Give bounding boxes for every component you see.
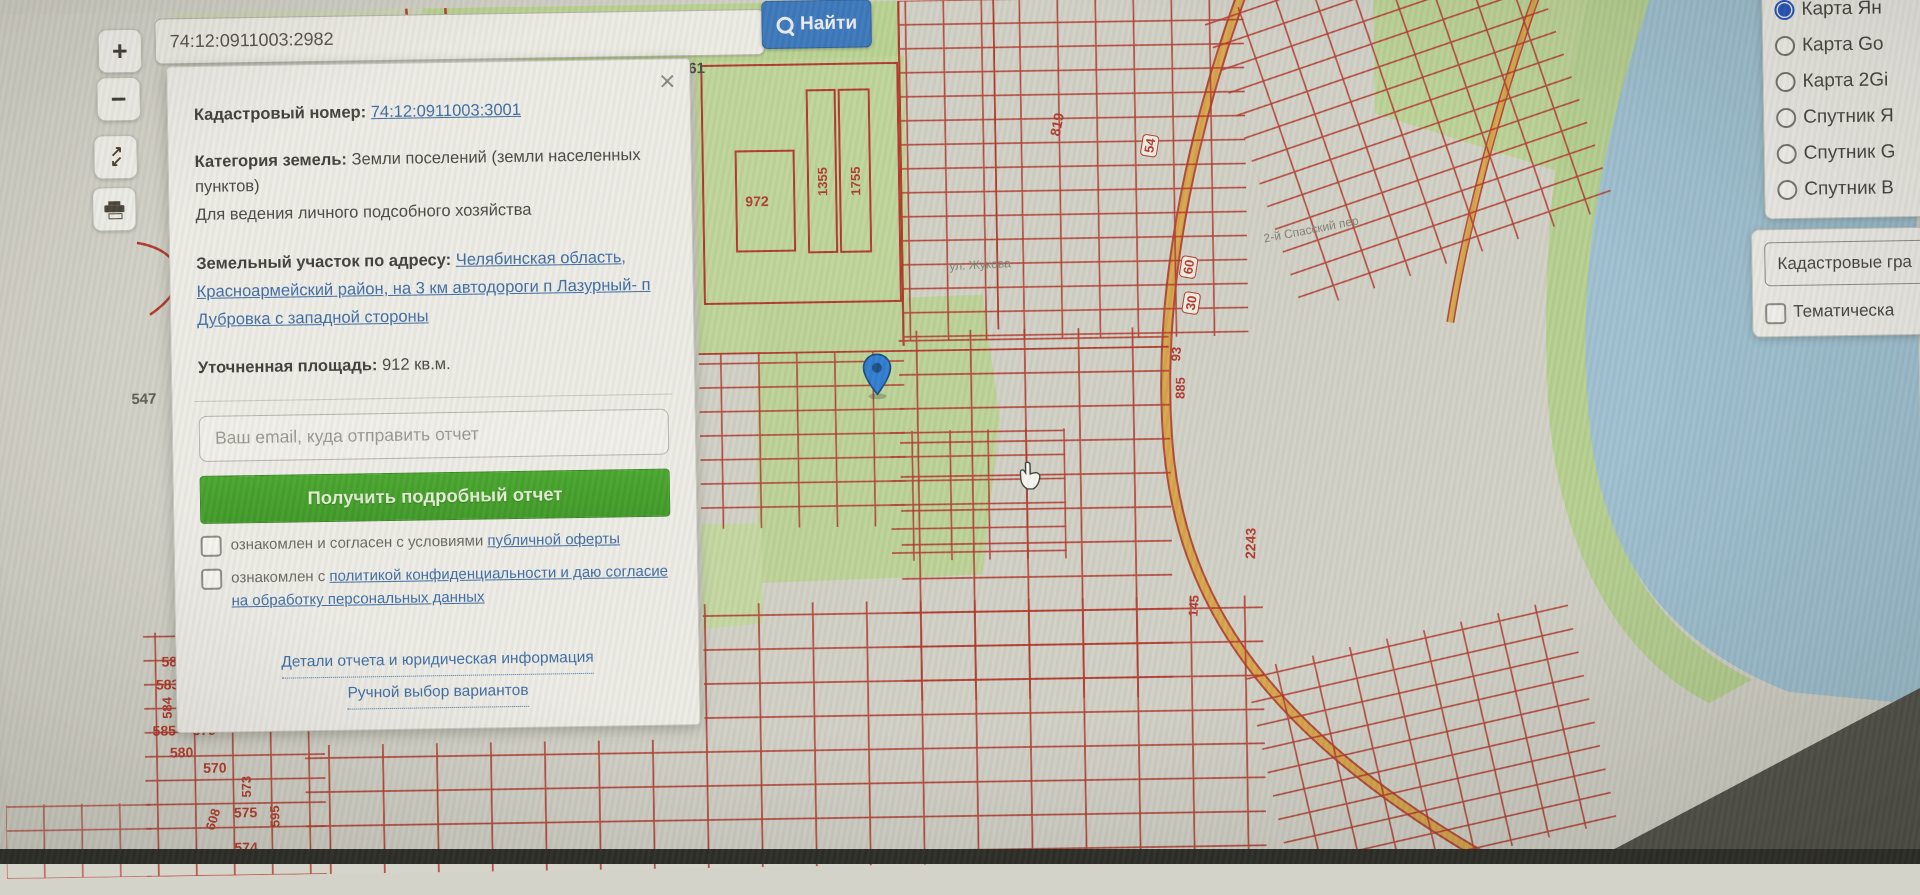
map-parcel-label: 30 <box>1181 290 1201 315</box>
layer-option-label: Карта Go <box>1802 33 1884 56</box>
layer-option-4[interactable]: Спутник Я <box>1776 98 1920 137</box>
map-parcel-label: 54 <box>1140 133 1160 158</box>
layer-option-label: Карта Ян <box>1801 0 1882 21</box>
map-parcel-label: 819 <box>1047 111 1067 137</box>
screen-content: 6197213551755819546030938852243145547582… <box>0 0 1920 895</box>
cadastral-borders-button[interactable]: Кадастровые гра <box>1764 240 1920 287</box>
search-button-label: Найти <box>800 13 857 36</box>
layer-option-label: Карта 2Gi <box>1802 69 1888 92</box>
street-label: 2-й Спасский пер <box>1262 213 1359 245</box>
parcel-info-popup: × Кадастровый номер: 74:12:0911003:3001 … <box>166 58 700 733</box>
thematic-map-checkbox-row[interactable]: Тематическа <box>1765 298 1920 325</box>
area-value: 912 кв.м. <box>382 355 451 374</box>
map-street-labels: ул. Жукова2-й Спасский пер <box>0 0 1913 15</box>
offer-link[interactable]: публичной оферты <box>487 530 620 549</box>
map-parcel-label: 1755 <box>848 167 863 196</box>
map-parcel-label: 1355 <box>815 167 830 196</box>
mouse-cursor <box>1016 461 1042 491</box>
popup-footer-links: Детали отчета и юридическая информация Р… <box>202 640 673 711</box>
map-tools-panel: Кадастровые гра Тематическа <box>1751 227 1920 338</box>
street-label: ул. Жукова <box>949 256 1011 273</box>
map-parcel-label: 93 <box>1168 346 1184 362</box>
map-pin-marker[interactable] <box>861 353 894 399</box>
radio-icon[interactable] <box>1775 36 1795 56</box>
privacy-agreement-text: ознакомлен с политикой конфиденциальност… <box>231 560 672 613</box>
fullscreen-button[interactable]: ↗↙ <box>93 135 138 180</box>
radio-icon[interactable] <box>1777 180 1797 200</box>
search-button[interactable]: Найти <box>761 0 872 49</box>
cadastral-number-label: Кадастровый номер: <box>194 103 367 124</box>
map-parcel-label: 584 <box>159 697 174 719</box>
map-parcel-label: 547 <box>131 391 156 408</box>
close-icon[interactable]: × <box>659 67 676 95</box>
map-parcel-label: 585 <box>152 722 176 738</box>
thematic-checkbox[interactable] <box>1765 303 1786 324</box>
map-parcel-label: 595 <box>267 805 282 827</box>
print-button[interactable] <box>92 187 137 232</box>
email-input[interactable] <box>199 408 670 461</box>
map-parcel-label: 145 <box>1185 594 1202 617</box>
land-category-row: Категория земель: Земли поселений (земли… <box>194 142 665 199</box>
monitor-bezel <box>0 849 1920 864</box>
address-label: Земельный участок по адресу: <box>196 251 451 273</box>
area-row: Уточненная площадь: 912 кв.м. <box>198 349 668 381</box>
layer-option-label: Спутник B <box>1804 177 1894 200</box>
zoom-out-button[interactable]: − <box>96 77 141 122</box>
offer-agreement-row: ознакомлен и согласен с условиями публич… <box>201 526 671 557</box>
map-parcel-labels: 6197213551755819546030938852243145547582… <box>0 0 1913 15</box>
map-parcel-label: 580 <box>170 744 194 760</box>
radio-selected-icon[interactable] <box>1774 0 1794 20</box>
cadastral-number-link[interactable]: 74:12:0911003:3001 <box>371 101 521 121</box>
layer-option-6[interactable]: Спутник B <box>1777 170 1920 209</box>
land-category-label: Категория земель: <box>195 150 348 170</box>
privacy-agreement-row: ознакомлен с политикой конфиденциальност… <box>201 560 672 614</box>
map-parcel-label: 608 <box>202 807 223 832</box>
search-icon <box>776 16 793 33</box>
offer-agreement-text: ознакомлен и согласен с условиями публич… <box>231 527 621 556</box>
address-row: Земельный участок по адресу: Челябинская… <box>196 243 667 335</box>
map-parcel-label: 570 <box>203 760 227 776</box>
privacy-checkbox[interactable] <box>201 569 222 590</box>
printer-icon <box>104 201 124 217</box>
layer-option-label: Спутник G <box>1804 141 1896 164</box>
manual-select-link[interactable]: Ручной выбор вариантов <box>347 674 529 709</box>
radio-icon[interactable] <box>1777 144 1797 164</box>
land-use-row: Для ведения личного подсобного хозяйства <box>195 196 665 228</box>
cadastral-number-row: Кадастровый номер: 74:12:0911003:3001 <box>194 96 664 128</box>
map-parcel-label: 575 <box>234 804 258 820</box>
offer-checkbox[interactable] <box>201 536 222 557</box>
zoom-in-button[interactable]: + <box>98 29 143 74</box>
divider <box>194 393 672 402</box>
map-parcel-label: 61 <box>688 60 705 77</box>
map-parcel-label: 972 <box>745 193 769 209</box>
thematic-checkbox-label: Тематическа <box>1793 300 1894 322</box>
layer-option-1[interactable]: Карта Ян <box>1774 0 1920 28</box>
map-parcel-label: 2243 <box>1242 528 1259 559</box>
layer-option-2[interactable]: Карта Go <box>1775 26 1920 65</box>
radio-icon[interactable] <box>1776 108 1796 128</box>
layer-option-5[interactable]: Спутник G <box>1776 134 1920 173</box>
radio-icon[interactable] <box>1775 72 1795 92</box>
map-layers-panel: Карта Ян Карта Go Карта 2Gi Спутник Я Спутни… <box>1761 0 1920 219</box>
get-report-button[interactable]: Получить подробный отчет <box>200 468 671 523</box>
fullscreen-arrows-icon: ↗↙ <box>110 147 121 167</box>
report-details-link[interactable]: Детали отчета и юридическая информация <box>281 641 594 678</box>
layer-option-3[interactable]: Карта 2Gi <box>1775 62 1920 101</box>
map-parcel-label: 885 <box>1172 377 1187 399</box>
area-label: Уточненная площадь: <box>198 356 378 377</box>
map-parcel-label: 60 <box>1178 254 1198 279</box>
layer-option-label: Спутник Я <box>1803 105 1894 128</box>
map-parcel-label: 573 <box>239 776 254 798</box>
search-input[interactable] <box>154 9 765 65</box>
